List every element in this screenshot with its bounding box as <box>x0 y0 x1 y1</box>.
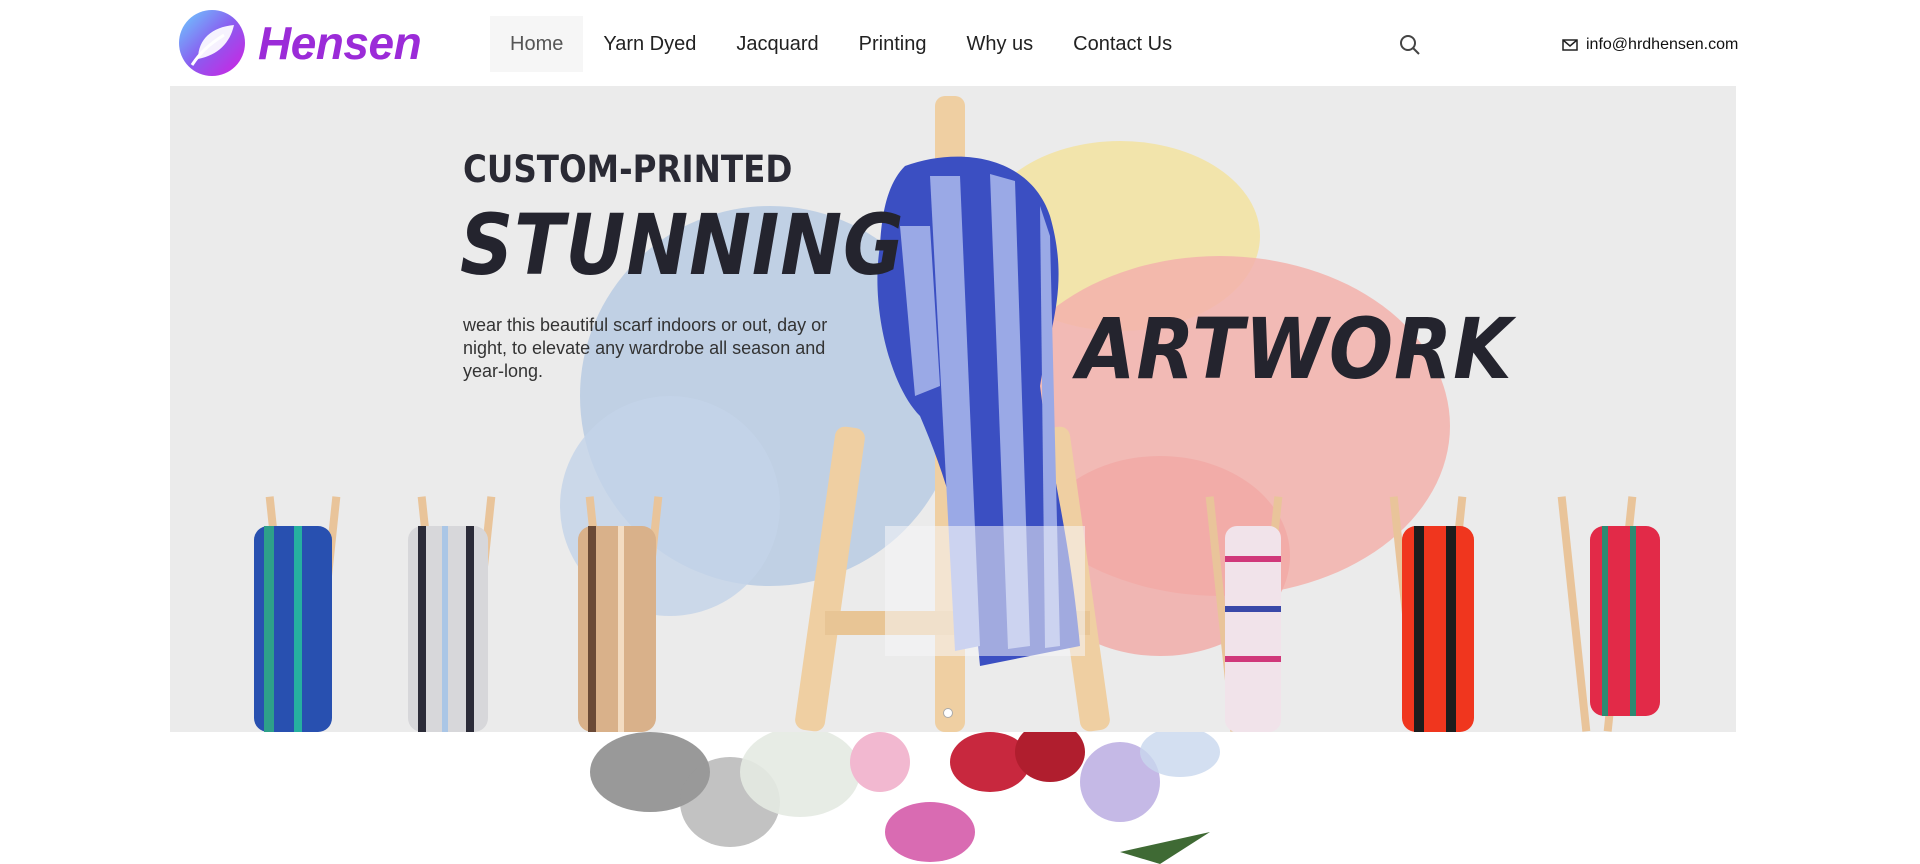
flower-illustration <box>590 732 1220 864</box>
nav-item-yarn-dyed[interactable]: Yarn Dyed <box>583 16 716 72</box>
easel-scarf-6 <box>1557 496 1660 732</box>
easel-scarf-2 <box>408 496 496 732</box>
hero-subtitle: CUSTOM-PRINTED <box>463 148 793 191</box>
slider-dot[interactable] <box>943 708 953 718</box>
leaf-logo-icon <box>179 10 245 76</box>
nav-item-jacquard[interactable]: Jacquard <box>716 16 838 72</box>
hero-description: wear this beautiful scarf indoors or out… <box>463 315 828 381</box>
hero-banner: CUSTOM-PRINTED STUNNING ARTWORK wear thi… <box>170 86 1736 732</box>
main-nav: Home Yarn Dyed Jacquard Printing Why us … <box>490 16 1192 72</box>
email-text: info@hrdhensen.com <box>1586 36 1739 53</box>
nav-item-contact-us[interactable]: Contact Us <box>1053 16 1192 72</box>
brand-name: Hensen <box>258 17 422 69</box>
easel-scarf-1 <box>254 496 341 732</box>
site-header: Hensen Home Yarn Dyed Jacquard Printing … <box>0 0 1920 86</box>
search-icon[interactable] <box>1399 34 1421 56</box>
email-link[interactable]: info@hrdhensen.com <box>1562 36 1738 54</box>
easel-scarf-3 <box>578 496 663 732</box>
hero-illustration <box>254 96 1660 732</box>
nav-item-home[interactable]: Home <box>490 16 584 72</box>
hero-title-right: ARTWORK <box>1077 300 1513 398</box>
logo[interactable]: Hensen <box>178 8 422 78</box>
mail-icon <box>1562 39 1578 51</box>
easel-scarf-5 <box>1389 496 1474 732</box>
hero-title-left: STUNNING <box>460 196 905 294</box>
nav-item-printing[interactable]: Printing <box>839 16 947 72</box>
nav-item-why-us[interactable]: Why us <box>946 16 1053 72</box>
